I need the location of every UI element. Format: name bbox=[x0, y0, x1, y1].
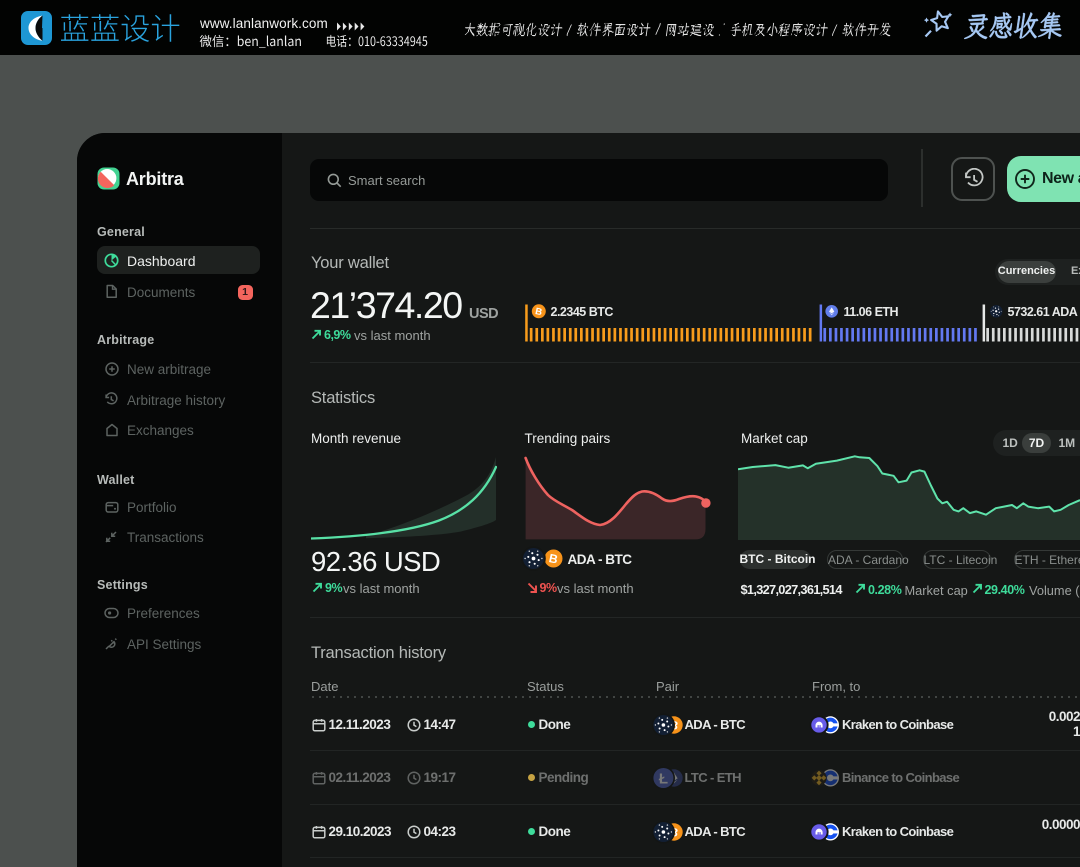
svg-text:Ł: Ł bbox=[659, 770, 668, 787]
